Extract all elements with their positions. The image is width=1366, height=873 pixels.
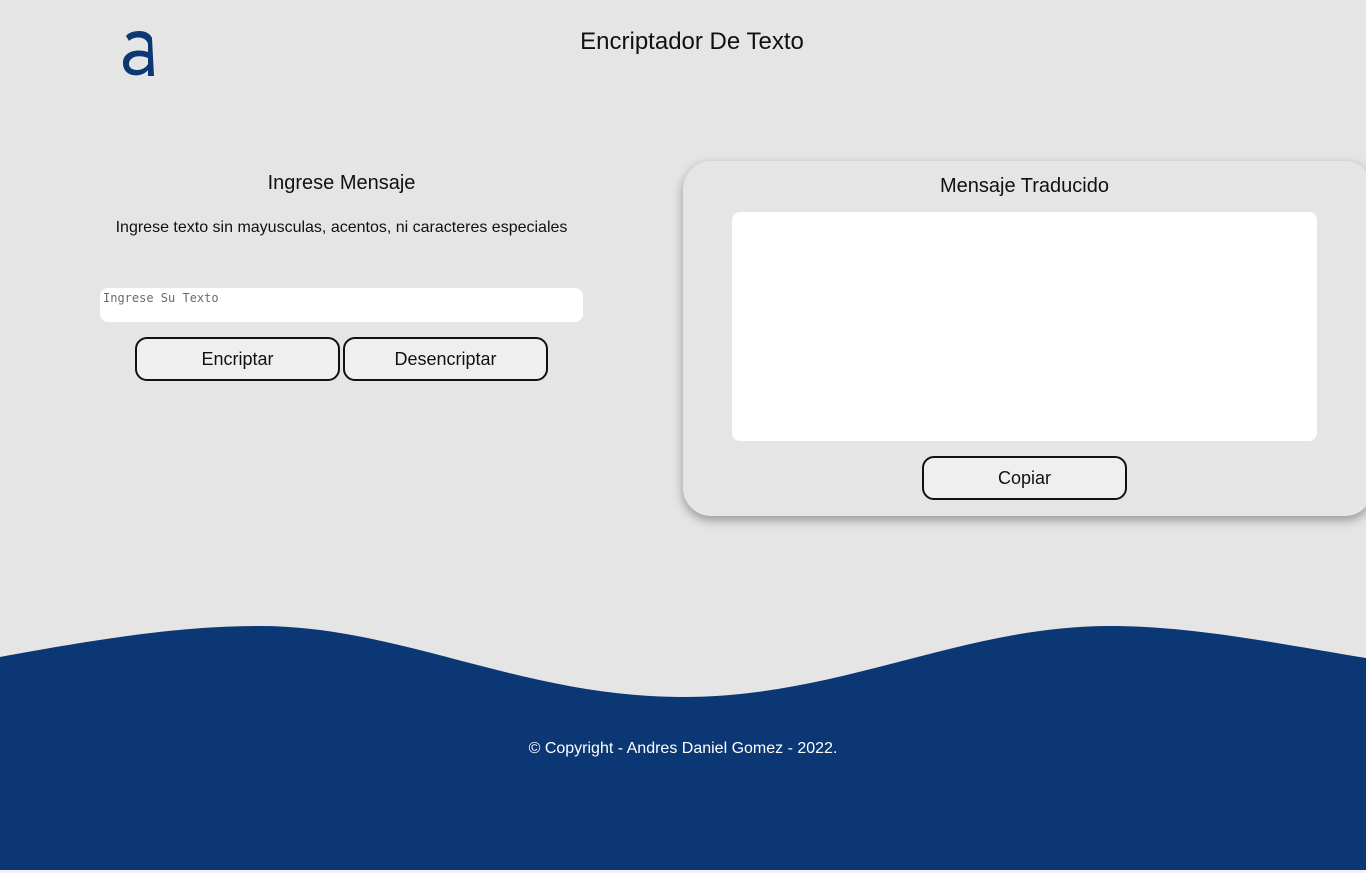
page-title: Encriptador De Texto [580, 28, 804, 55]
output-panel: Mensaje Traducido Copiar [683, 161, 1366, 516]
decrypt-button[interactable]: Desencriptar [343, 337, 548, 381]
input-panel-title: Ingrese Mensaje [267, 172, 416, 194]
input-panel: Ingrese Mensaje Ingrese texto sin mayusc… [100, 172, 583, 381]
footer-copyright: © Copyright - Andres Daniel Gomez - 2022… [528, 740, 838, 757]
copy-button[interactable]: Copiar [922, 456, 1127, 500]
output-panel-title: Mensaje Traducido [940, 175, 1109, 197]
page: Encriptador De Texto Ingrese Mensaje Ing… [0, 0, 1366, 873]
input-instructions: Ingrese texto sin mayusculas, acentos, n… [115, 219, 568, 236]
output-textarea[interactable] [732, 212, 1317, 441]
encrypt-button[interactable]: Encriptar [135, 337, 340, 381]
message-input[interactable] [100, 288, 583, 322]
